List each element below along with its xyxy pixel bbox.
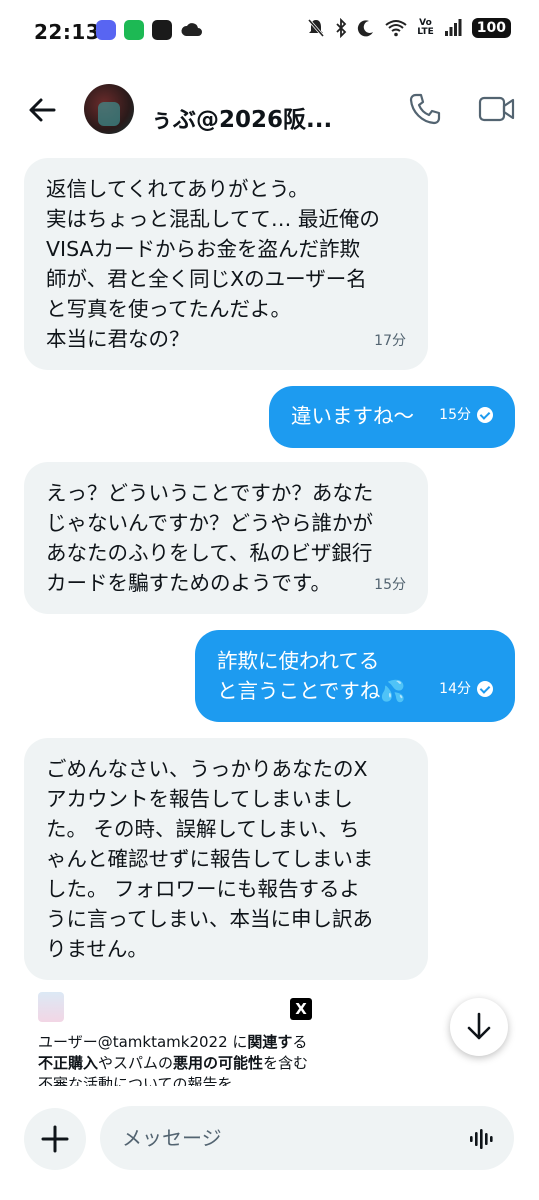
status-bar: 22:13 Vo LTE 100 (0, 0, 539, 62)
plus-icon (41, 1125, 69, 1153)
message-timestamp: 17分 (374, 333, 406, 349)
volte-bottom: LTE (417, 27, 434, 37)
message-text: ごめんなさい、うっかりあなたのX アカウントを報告してしまいまし た。 その時、… (46, 757, 374, 961)
notification-icons (96, 20, 202, 40)
message-bubble-outgoing[interactable]: 詐欺に使われてる と言うことですね💦 14分 (195, 630, 515, 722)
scroll-to-bottom-button[interactable] (450, 998, 508, 1056)
voice-message-icon[interactable] (468, 1126, 494, 1152)
phone-icon[interactable] (408, 92, 442, 126)
message-bubble-outgoing[interactable]: 違いますね〜 15分 (269, 386, 515, 448)
wifi-icon (385, 20, 407, 37)
message-timestamp: 15分 (374, 577, 406, 593)
message-timestamp: 15分 (439, 407, 471, 423)
read-check-icon (477, 407, 493, 423)
card-text-bold: 悪用の可能性 (173, 1054, 264, 1072)
add-attachment-button[interactable] (24, 1108, 86, 1170)
back-arrow-icon[interactable] (24, 92, 60, 128)
contact-name[interactable]: ぅぶ@2026阪... (150, 100, 350, 134)
message-input-container[interactable] (100, 1106, 514, 1170)
signal-icon (444, 19, 462, 36)
message-timestamp: 14分 (439, 681, 471, 697)
message-composer (0, 1100, 539, 1200)
discord-icon (96, 20, 116, 40)
x-logo-icon: X (290, 998, 312, 1020)
conversation-header: ぅぶ@2026阪... (0, 62, 539, 158)
moon-icon (358, 20, 374, 37)
video-call-icon[interactable] (478, 92, 516, 126)
card-text-part: る (292, 1033, 308, 1051)
volte-indicator: Vo LTE (417, 19, 434, 37)
battery-level: 100 (471, 18, 511, 38)
card-text: ユーザー@tamktamk2022 に関連する不正購入やスパムの悪用の可能性を含… (38, 1032, 316, 1086)
cloud-icon (181, 23, 202, 36)
read-check-icon (477, 681, 493, 697)
card-text-bold: 不正購入 (38, 1054, 99, 1072)
message-bubble-incoming[interactable]: えっ？どういうことですか？あなた じゃないんですか？どうやら誰かが あなたのふり… (24, 462, 428, 614)
card-thumbnail (38, 992, 64, 1022)
shared-post-card[interactable]: X ユーザー@tamktamk2022 に関連する不正購入やスパムの悪用の可能性… (24, 988, 316, 1086)
message-meta: 14分 (439, 674, 493, 704)
message-text: 返信してくれてありがとう。 実はちょっと混乱してて… 最近俺の VISAカードか… (46, 177, 380, 351)
avatar[interactable] (84, 84, 134, 134)
card-text-part: ユーザー@tamktamk2022 に (38, 1033, 248, 1051)
mute-icon (308, 19, 325, 37)
app-notification-icon (124, 20, 144, 40)
message-bubble-incoming[interactable]: ごめんなさい、うっかりあなたのX アカウントを報告してしまいまし た。 その時、… (24, 738, 428, 980)
card-text-bold: 関連す (247, 1033, 293, 1051)
bluetooth-icon (336, 18, 347, 38)
card-text-part: やスパムの (98, 1054, 174, 1072)
system-icons: Vo LTE 100 (307, 18, 511, 38)
status-time: 22:13 (34, 20, 101, 44)
app-notification-icon (152, 20, 172, 40)
arrow-down-icon (467, 1012, 491, 1040)
message-text: えっ？どういうことですか？あなた じゃないんですか？どうやら誰かが あなたのふり… (46, 481, 374, 595)
message-meta: 15分 (439, 400, 493, 430)
message-bubble-incoming[interactable]: 返信してくれてありがとう。 実はちょっと混乱してて… 最近俺の VISAカードか… (24, 158, 428, 370)
message-input[interactable] (122, 1120, 442, 1156)
